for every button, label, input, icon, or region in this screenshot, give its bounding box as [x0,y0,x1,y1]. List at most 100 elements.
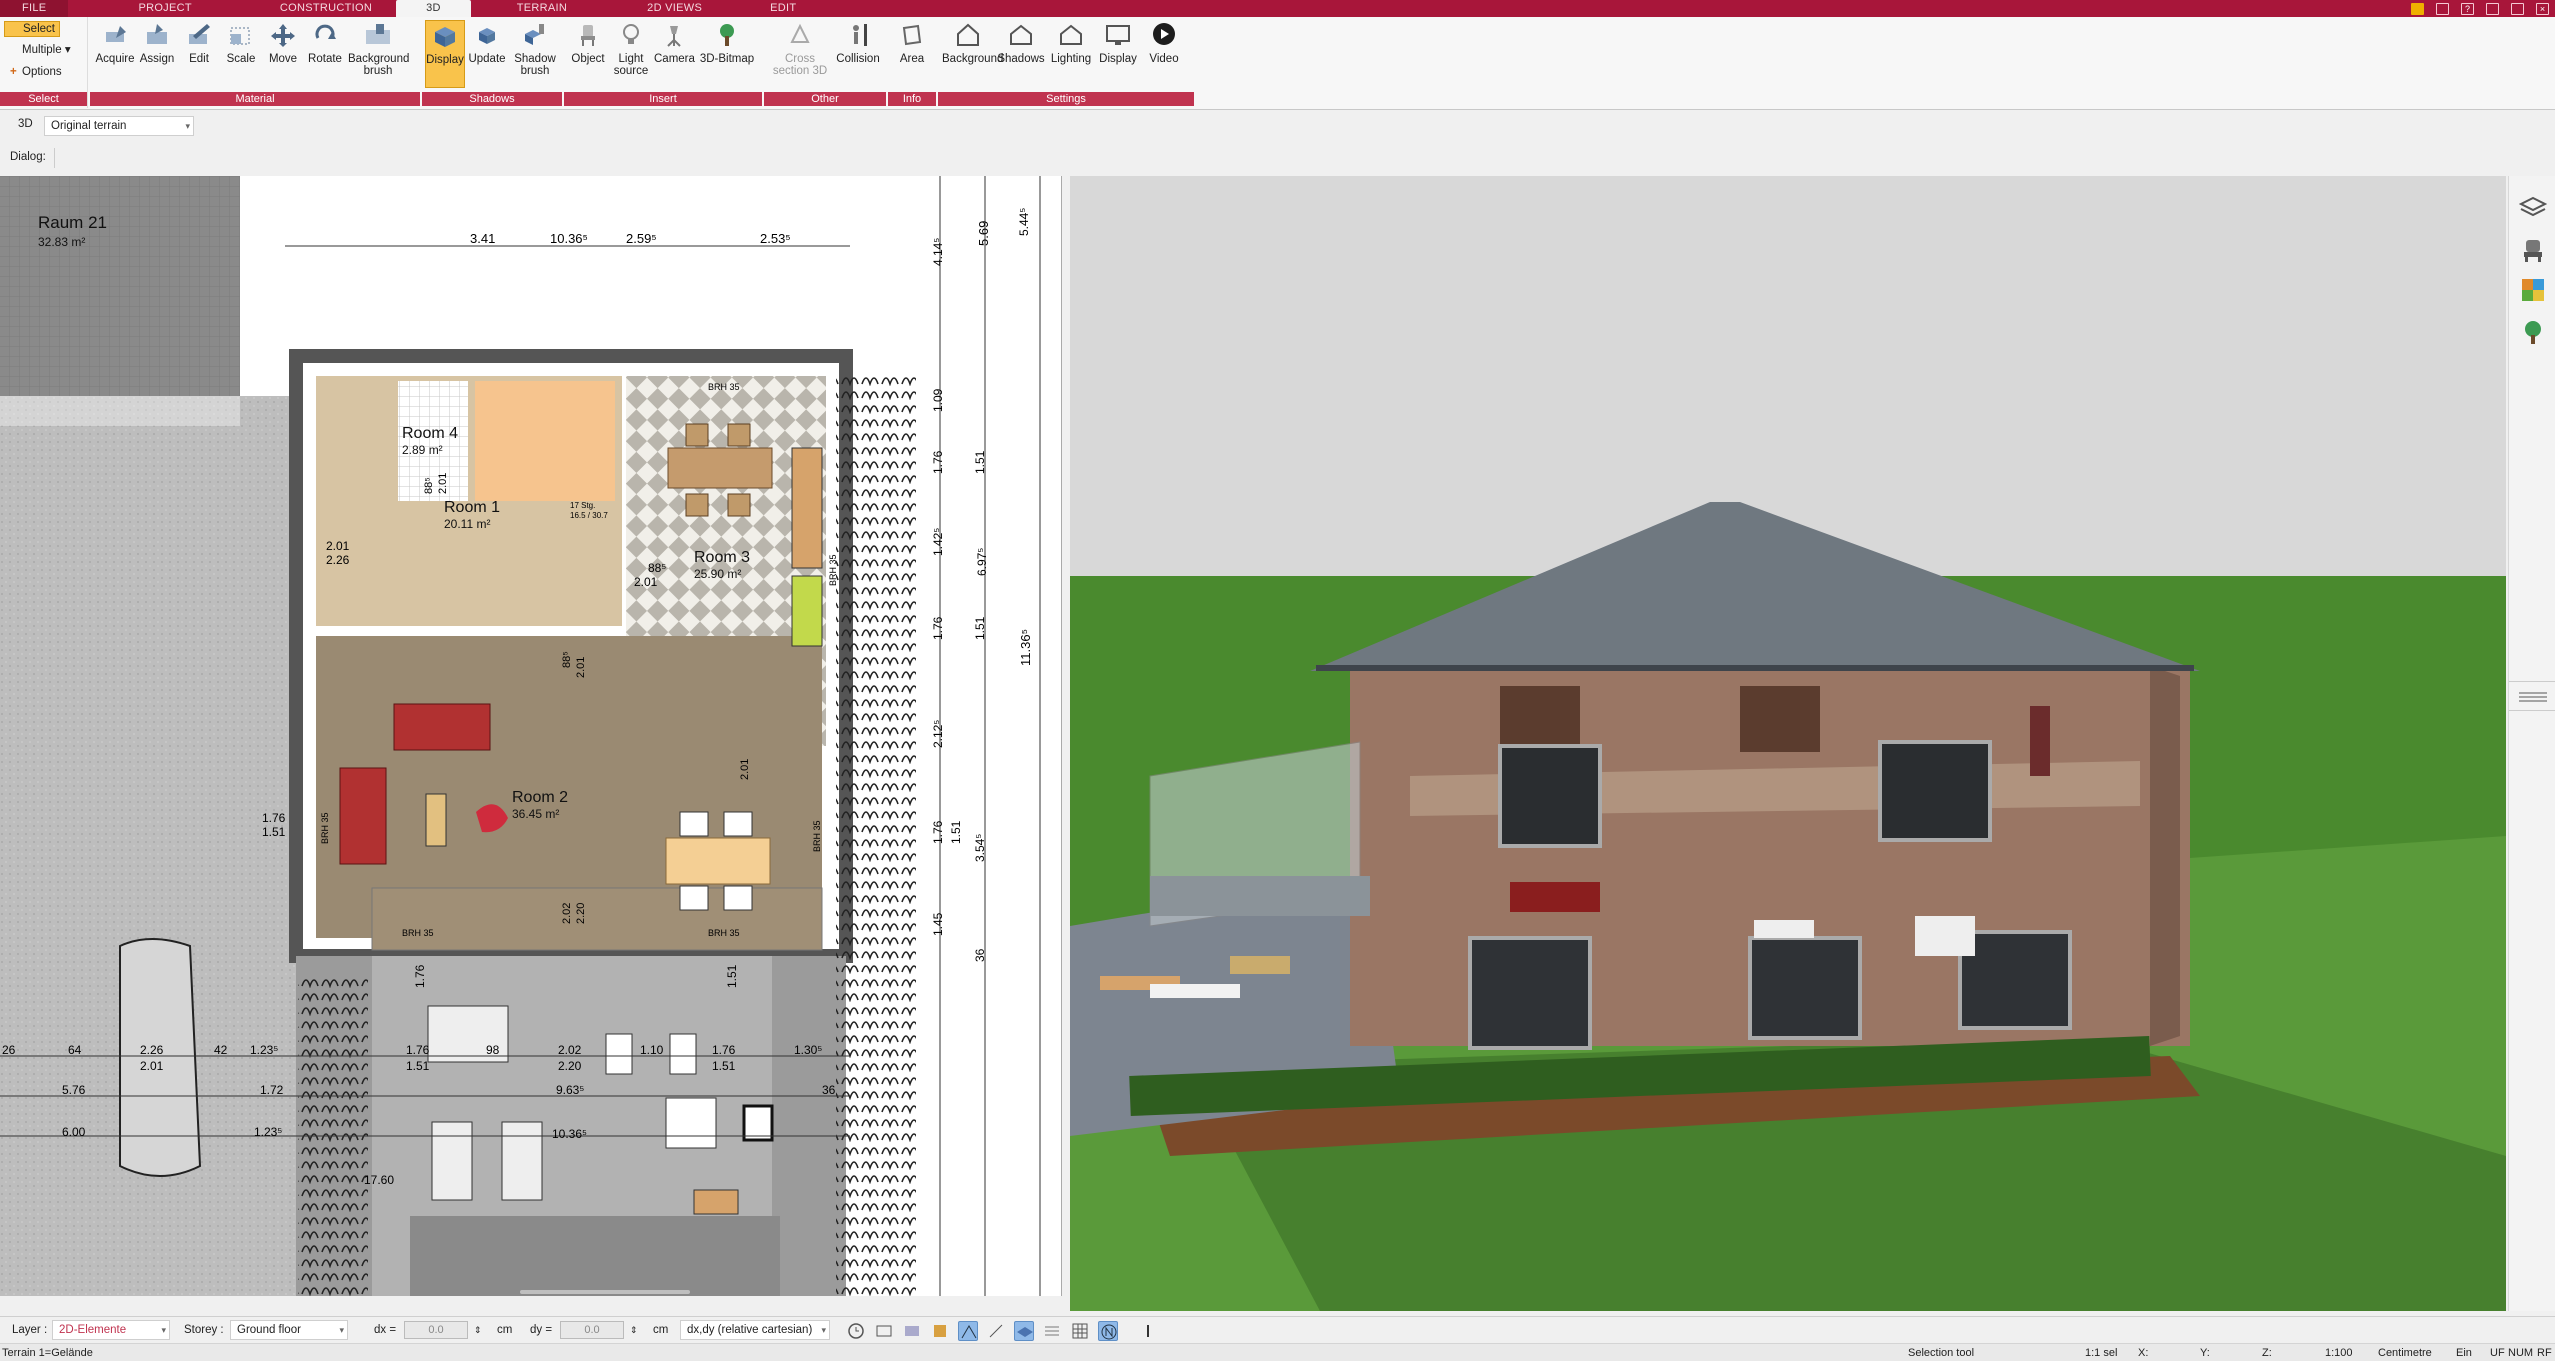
background-brush-button[interactable]: Background brush [348,20,409,88]
sofa [1510,882,1600,912]
terrain-select[interactable]: Original terrain ▾ [44,116,194,136]
dy-input[interactable]: 0.0 [560,1321,624,1339]
floor-plan-drawing[interactable]: Raum 21 32.83 m² Room 4 2.89 m² Room 1 2… [0,176,1062,1296]
tab-2d-views[interactable]: 2D VIEWS [585,0,720,17]
display-settings-button[interactable]: Display [1096,20,1140,88]
3d-bitmap-button[interactable]: 3D-Bitmap [699,20,755,88]
restore-icon[interactable] [2436,2,2449,15]
shadow-brush-button[interactable]: Shadow brush [510,20,560,88]
acquire-button[interactable]: Acquire [95,20,135,88]
maximize-icon[interactable] [2511,2,2524,15]
tools-icon[interactable] [2411,2,2424,15]
table [665,1097,717,1149]
chevron-down-icon: ▾ [185,121,190,131]
move-button[interactable]: Move [263,20,303,88]
chair [723,811,753,837]
dy-unit: cm [653,1324,669,1336]
dx-label: dx = [374,1324,397,1336]
rotate-button[interactable]: Rotate [305,20,345,88]
insert-object-button[interactable]: Object [568,20,608,88]
object-icon[interactable] [930,1321,950,1341]
assign-button[interactable]: Assign [137,20,177,88]
chair [723,885,753,911]
shadows-settings-button[interactable]: Shadows [996,20,1046,88]
plants-icon[interactable] [2519,318,2547,346]
coord-mode-select[interactable]: dx,dy (relative cartesian) ▾ [680,1320,830,1340]
assign-label: Assign [139,53,175,65]
camera-view-icon[interactable] [874,1321,894,1341]
patio-chair [1230,956,1290,974]
layers-icon[interactable] [2518,194,2548,222]
options-button[interactable]: + Options [6,65,62,79]
tab-construction[interactable]: CONSTRUCTION [210,0,390,17]
view-toolbar: 3D Original terrain ▾ [0,113,2555,139]
clock-icon[interactable] [846,1321,866,1341]
help-icon[interactable]: ? [2461,2,2474,15]
room-area: 36.45 m² [512,807,559,821]
status-bar: Layer : 2D-Elemente ▾ Storey : Ground flo… [0,1316,2555,1342]
furniture-icon[interactable] [2519,236,2547,264]
tree-icon [713,22,741,48]
dim-label: 1.23⁵ [250,1043,278,1057]
shade-icon[interactable] [902,1321,922,1341]
snap-icon[interactable] [958,1321,978,1341]
group-label-other: Other [764,92,886,106]
area-button[interactable]: Area [892,20,932,88]
window-controls: ? × [2411,0,2549,17]
window [1878,740,1992,842]
tab-3d[interactable]: 3D [396,0,471,17]
dim-label: 1.42⁵ [931,528,945,556]
scale-button[interactable]: Scale [221,20,261,88]
dim-label: 6.97⁵ [975,548,989,576]
tab-edit[interactable]: EDIT [720,0,814,17]
dim-label: 36 [973,948,987,962]
select-button[interactable]: Select [4,21,60,37]
dim-label: 11.36⁵ [1018,629,1033,666]
materials-icon[interactable] [2519,276,2547,304]
floor-plan-view[interactable]: Raum 21 32.83 m² Room 4 2.89 m² Room 1 2… [0,176,1062,1296]
collision-button[interactable]: Collision [836,20,880,88]
sidebar-collapse-handle[interactable] [2509,681,2555,711]
camera-button[interactable]: Camera [654,20,695,88]
layer-snap-icon[interactable] [1014,1321,1034,1341]
close-icon[interactable]: × [2536,2,2549,15]
dx-value: 0.0 [428,1324,444,1336]
counter [1754,920,1814,938]
minimize-icon[interactable] [2486,2,2499,15]
cross-section-button[interactable]: Cross section 3D [772,20,828,88]
plan-label: BRH 35 [812,820,822,852]
edit-button[interactable]: Edit [179,20,219,88]
terrace-step [371,887,823,951]
dy-stepper-icon[interactable]: ⇕ [630,1317,638,1343]
3d-view[interactable] [1070,176,2506,1311]
background-button[interactable]: Background [942,20,1003,88]
room-name: Room 3 [694,549,750,566]
video-button[interactable]: Video [1142,20,1186,88]
dim-label: 5.76 [62,1083,86,1097]
multiple-dropdown[interactable]: Multiple ▾ [6,43,71,57]
lighting-button[interactable]: Lighting [1048,20,1094,88]
dim-label: 3.41 [470,231,495,246]
dx-stepper-icon[interactable]: ⇕ [474,1317,482,1343]
grid-icon[interactable] [1070,1321,1090,1341]
storey-value: Ground floor [237,1324,301,1336]
tab-terrain[interactable]: TERRAIN [477,0,585,17]
lines-icon[interactable] [1042,1321,1062,1341]
shadow-display-button[interactable]: Display [425,20,465,88]
3d-scene[interactable] [1070,176,2506,1311]
shadow-update-button[interactable]: Update [467,20,507,88]
brush-icon [364,22,392,48]
tab-project[interactable]: PROJECT [68,0,209,17]
layer-select[interactable]: 2D-Elemente ▾ [52,1320,170,1340]
plan-label: BRH 35 [708,928,740,938]
north-icon[interactable] [1098,1321,1118,1341]
dim-label: 2.02 [558,1043,582,1057]
stairs-label: 17 Stg. [570,501,595,510]
dx-input[interactable]: 0.0 [404,1321,468,1339]
ortho-icon[interactable] [986,1321,1006,1341]
tab-file[interactable]: FILE [0,0,69,17]
plan-scrollbar[interactable] [520,1290,690,1294]
storey-select[interactable]: Ground floor ▾ [230,1320,348,1340]
more-icon[interactable] [1138,1321,1158,1341]
light-source-button[interactable]: Light source [611,20,651,88]
